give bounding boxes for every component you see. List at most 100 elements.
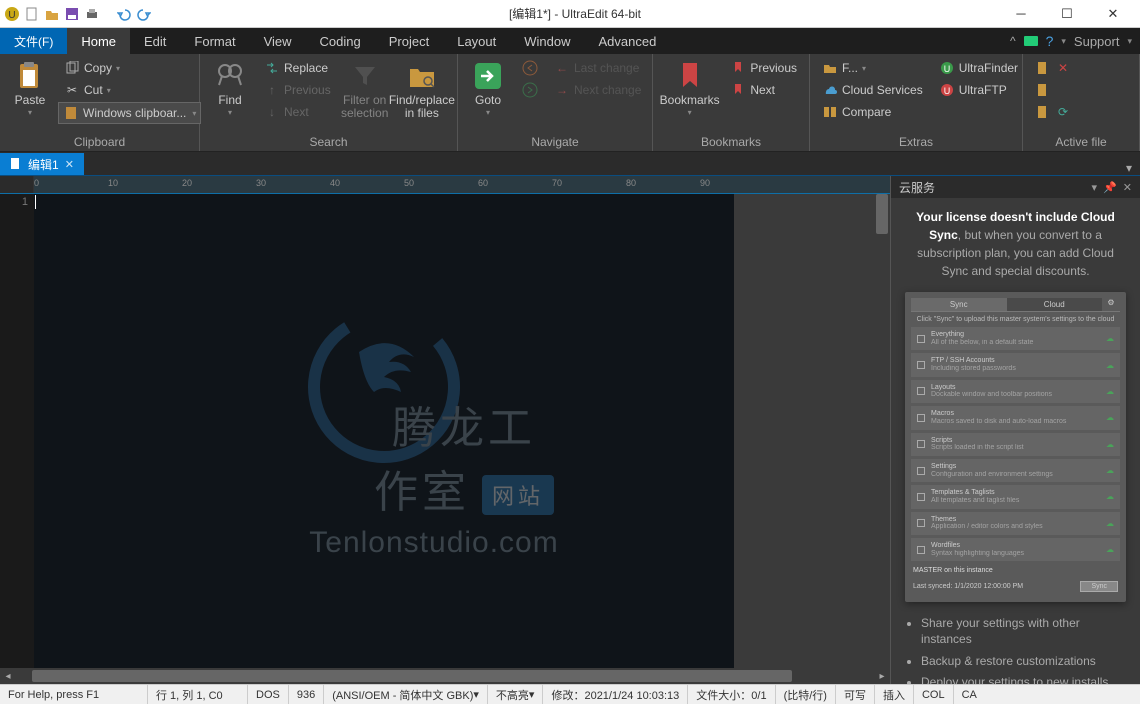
status-codepage[interactable]: 936 [289, 685, 324, 704]
preview-item: EverythingAll of the below, in a default… [911, 327, 1120, 350]
document-tab[interactable]: 编辑1 ✕ [0, 153, 84, 175]
last-change-button[interactable]: ←Last change [548, 58, 647, 78]
menu-project[interactable]: Project [375, 28, 443, 54]
replace-button[interactable]: Replace [258, 58, 337, 78]
save-icon[interactable] [64, 6, 80, 22]
menu-layout[interactable]: Layout [443, 28, 510, 54]
key-icon[interactable] [1024, 35, 1038, 47]
prev-bookmark-button[interactable]: Previous [724, 58, 803, 78]
ultraftp-icon: U [939, 82, 955, 98]
menu-edit[interactable]: Edit [130, 28, 180, 54]
cloud-bullets: Share your settings with other instances… [905, 616, 1126, 684]
tab-label: 编辑1 [28, 156, 59, 173]
filter-button[interactable]: Filter on selection [341, 58, 389, 122]
menu-coding[interactable]: Coding [306, 28, 375, 54]
watermark: 腾龙工作室网站 Tenlonstudio.com [209, 302, 559, 560]
find-button[interactable]: Find ▾ [206, 58, 254, 120]
paste-button[interactable]: Paste ▾ [6, 58, 54, 120]
ribbon-group-clipboard: Paste ▾ Copy ▾ ✂Cut ▾ Windows clipboar..… [0, 54, 200, 151]
status-modified: 修改：2021/1/24 10:03:13 [543, 685, 688, 704]
bookmarks-button[interactable]: Bookmarks ▾ [659, 58, 720, 120]
close-button[interactable]: ✕ [1090, 0, 1136, 28]
cloud-message: Your license doesn't include Cloud Sync,… [905, 208, 1126, 280]
goto-button[interactable]: Goto ▾ [464, 58, 512, 120]
ultrafinder-button[interactable]: UUltraFinder [933, 58, 1024, 78]
af-btn3[interactable]: ⟳ [1029, 102, 1077, 122]
support-link[interactable]: Support [1074, 34, 1120, 49]
next-match-button[interactable]: ↓Next [258, 102, 337, 122]
tab-close-icon[interactable]: ✕ [65, 158, 74, 171]
support-dropdown-icon[interactable]: ▾ [1127, 36, 1132, 47]
ruler-mark: 10 [108, 178, 118, 188]
next-bookmark-button[interactable]: Next [724, 80, 803, 100]
tabs-dropdown-icon[interactable]: ▾ [1118, 161, 1140, 175]
ruler-mark: 30 [256, 178, 266, 188]
titlebar: U [编辑1*] - UltraEdit 64-bit ─ ☐ ✕ [0, 0, 1140, 28]
status-col[interactable]: COL [914, 685, 954, 704]
undo-icon[interactable] [116, 6, 132, 22]
panel-close-icon[interactable]: ✕ [1123, 181, 1132, 194]
menu-format[interactable]: Format [180, 28, 249, 54]
refresh-icon: ⟳ [1055, 104, 1071, 120]
copy-button[interactable]: Copy ▾ [58, 58, 201, 78]
prev-match-button[interactable]: ↑Previous [258, 80, 337, 100]
collapse-ribbon-icon[interactable]: ^ [1010, 34, 1016, 48]
print-icon[interactable] [84, 6, 100, 22]
cut-button[interactable]: ✂Cut ▾ [58, 80, 201, 100]
af-btn1[interactable]: ✕ [1029, 58, 1077, 78]
open-icon[interactable] [44, 6, 60, 22]
menu-home[interactable]: Home [67, 28, 130, 54]
cloud-icon [822, 82, 838, 98]
cloud-services-button[interactable]: Cloud Services [816, 80, 929, 100]
minimize-button[interactable]: ─ [998, 0, 1044, 28]
status-position: 行 1, 列 1, C0 [148, 685, 248, 704]
compare-button[interactable]: Compare [816, 102, 929, 122]
ruler-mark: 20 [182, 178, 192, 188]
help-icon[interactable]: ? [1046, 33, 1054, 49]
gear-icon: ⚙ [1102, 298, 1120, 311]
goto-icon [472, 60, 504, 92]
nav-fwd-button[interactable] [516, 80, 544, 100]
preview-lastsync: Last synced: 1/1/2020 12:00:00 PM [913, 583, 1023, 590]
scroll-right-icon[interactable]: ▸ [874, 668, 890, 684]
maximize-button[interactable]: ☐ [1044, 0, 1090, 28]
menu-view[interactable]: View [250, 28, 306, 54]
status-encoding[interactable]: (ANSI/OEM - 简体中文 GBK) ▾ [324, 685, 488, 704]
document-tabs: 编辑1 ✕ ▾ [0, 152, 1140, 176]
bullet-item: Deploy your settings to new installs [921, 675, 1126, 684]
horizontal-scrollbar[interactable]: ◂ ▸ [0, 668, 890, 684]
ultraftp-button[interactable]: UUltraFTP [933, 80, 1024, 100]
arrow-left-icon: ← [554, 60, 570, 76]
scroll-thumb[interactable] [32, 670, 792, 682]
status-highlight[interactable]: 不高亮 ▾ [488, 685, 544, 704]
preview-desc: Click "Sync" to upload this master syste… [911, 312, 1120, 327]
sidepanel-cloud: 云服务 ▾ 📌 ✕ Your license doesn't include C… [890, 176, 1140, 684]
windows-clipboard-button[interactable]: Windows clipboar...▾ [58, 102, 201, 124]
menu-window[interactable]: Window [510, 28, 584, 54]
vertical-scrollbar[interactable] [874, 194, 890, 668]
scroll-thumb[interactable] [876, 194, 888, 234]
new-file-icon[interactable] [24, 6, 40, 22]
status-insert[interactable]: 插入 [875, 685, 914, 704]
editor-canvas[interactable]: 腾龙工作室网站 Tenlonstudio.com [34, 194, 734, 668]
panel-pin-icon[interactable]: 📌 [1103, 181, 1117, 194]
help-dropdown-icon[interactable]: ▾ [1061, 36, 1066, 47]
status-rw[interactable]: 可写 [836, 685, 875, 704]
ribbon-group-search: Find ▾ Replace ↑Previous ↓Next Filter on… [200, 54, 458, 151]
redo-icon[interactable] [136, 6, 152, 22]
line-gutter: 1 [0, 194, 34, 668]
af-btn2[interactable] [1029, 80, 1077, 100]
status-eol[interactable]: DOS [248, 685, 289, 704]
find-in-files-button[interactable]: Find/replace in files [393, 58, 451, 122]
file-button[interactable]: F... ▾ [816, 58, 929, 78]
menu-advanced[interactable]: Advanced [585, 28, 671, 54]
next-change-button[interactable]: →Next change [548, 80, 647, 100]
preview-tab-cloud: Cloud [1007, 298, 1103, 311]
arrow-right-icon: → [554, 82, 570, 98]
panel-menu-icon[interactable]: ▾ [1092, 181, 1098, 194]
nav-back-button[interactable] [516, 58, 544, 78]
preview-item: ThemesApplication / editor colors and st… [911, 512, 1120, 535]
file-menu[interactable]: 文件(F) [0, 28, 67, 54]
app-icon: U [4, 6, 20, 22]
scroll-left-icon[interactable]: ◂ [0, 668, 16, 684]
